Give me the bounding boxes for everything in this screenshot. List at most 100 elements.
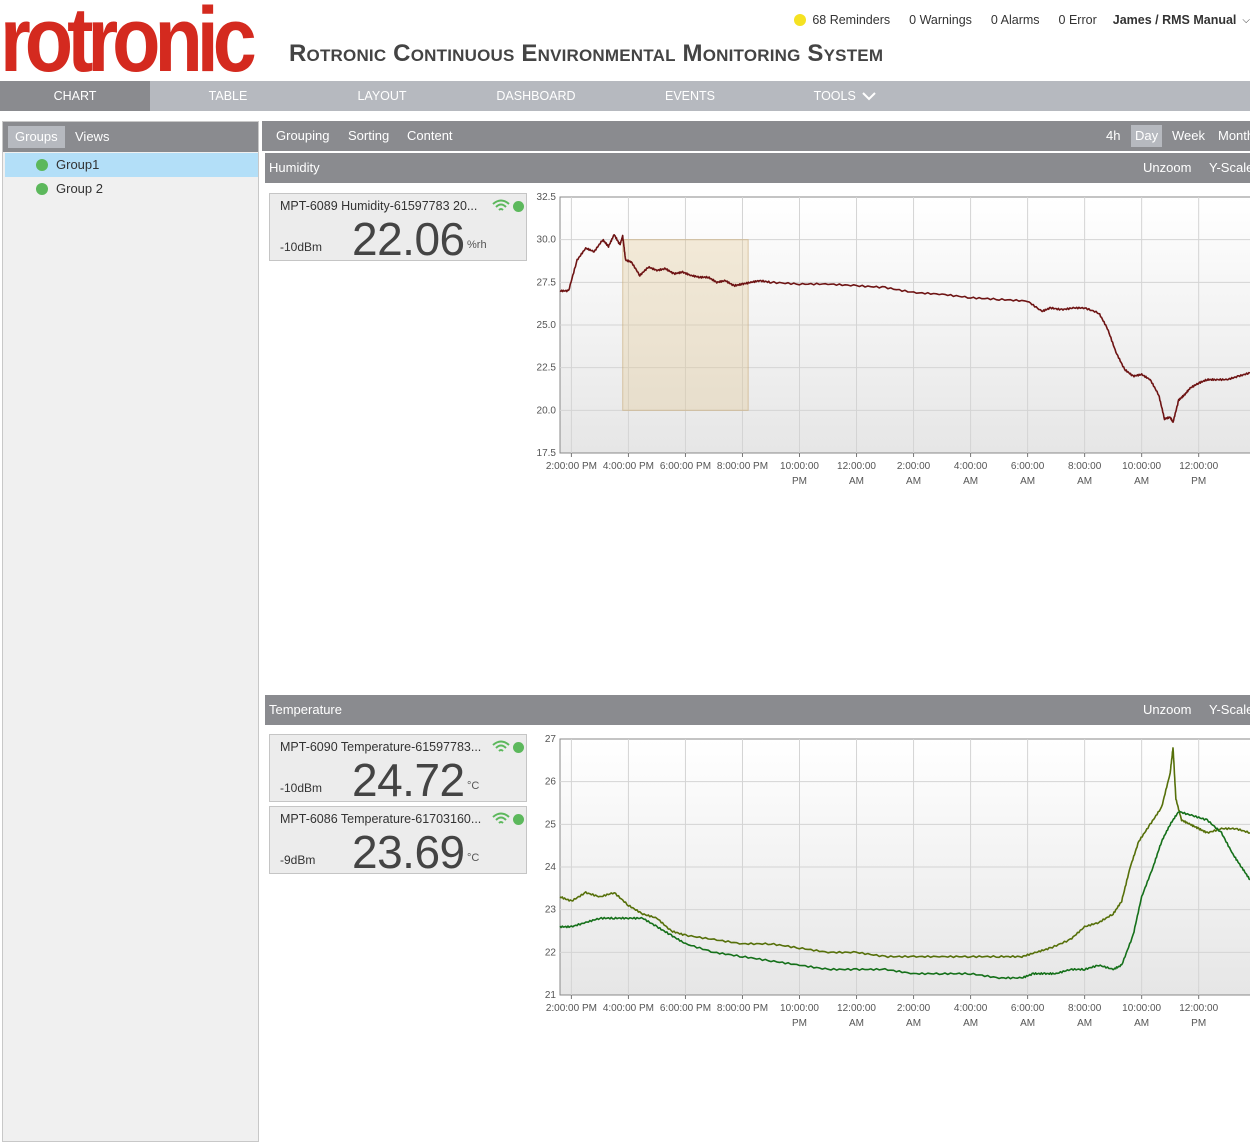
reminder-dot-icon bbox=[794, 14, 807, 26]
unzoom-button[interactable]: Unzoom bbox=[1143, 153, 1191, 183]
sidebar: Groups Views Group1 Group 2 bbox=[2, 121, 259, 1142]
x-tick-label: 2:00:00 bbox=[897, 461, 931, 472]
x-tick-label: 2:00:00 PM bbox=[546, 1003, 597, 1014]
sensor-signal: -10dBm bbox=[280, 781, 323, 795]
y-tick-label: 27.5 bbox=[537, 277, 557, 288]
alarms-count[interactable]: 0 Alarms bbox=[991, 13, 1040, 27]
range-day-button[interactable]: Day bbox=[1131, 125, 1163, 147]
nav-table[interactable]: TABLE bbox=[178, 81, 278, 111]
range-4h-button[interactable]: 4h bbox=[1106, 121, 1120, 151]
x-tick-label: 10:00:00 bbox=[780, 1003, 819, 1014]
sensor-card-temperature-1[interactable]: MPT-6090 Temperature-61597783... -10dBm … bbox=[269, 734, 527, 805]
sensor-value: 22.06 bbox=[352, 213, 465, 265]
x-tick-label: 6:00:00 bbox=[1011, 1003, 1045, 1014]
x-tick-label: 12:00:00 bbox=[837, 1003, 876, 1014]
sensor-name: MPT-6086 Temperature-61703160... bbox=[280, 812, 482, 826]
x-tick-label: PM bbox=[1191, 1018, 1206, 1029]
temperature-panel-header: Temperature Unzoom Y-Scale bbox=[265, 695, 1250, 725]
range-month-button[interactable]: Month bbox=[1218, 121, 1250, 151]
group-label: Group 2 bbox=[56, 181, 103, 196]
x-tick-label: 10:00:00 bbox=[1122, 461, 1161, 472]
wifi-signal-icon bbox=[492, 812, 510, 824]
main-nav: CHART TABLE LAYOUT DASHBOARD EVENTS TOOL… bbox=[0, 81, 1250, 111]
reminders-indicator[interactable]: 68 Reminders bbox=[794, 13, 890, 27]
x-tick-label: AM bbox=[906, 1018, 921, 1029]
group-status-dot-icon bbox=[36, 183, 48, 195]
y-tick-label: 17.5 bbox=[537, 448, 557, 459]
sensor-card-temperature-2[interactable]: MPT-6086 Temperature-61703160... -9dBm 2… bbox=[269, 806, 527, 877]
nav-tools[interactable]: TOOLS bbox=[800, 81, 890, 111]
range-week-button[interactable]: Week bbox=[1172, 121, 1205, 151]
nav-layout[interactable]: LAYOUT bbox=[332, 81, 432, 111]
reminders-count: 68 Reminders bbox=[812, 13, 891, 27]
unzoom-button[interactable]: Unzoom bbox=[1143, 695, 1191, 725]
x-tick-label: AM bbox=[849, 476, 864, 487]
x-tick-label: AM bbox=[1077, 1018, 1092, 1029]
x-tick-label: 2:00:00 bbox=[897, 1003, 931, 1014]
temperature-chart[interactable]: 21 22 23 24 25 26 27 2:00:00 PM 4:00:00 PM 6:00:0… bbox=[520, 730, 1250, 1035]
y-tick-label: 32.5 bbox=[537, 192, 557, 203]
warnings-count[interactable]: 0 Warnings bbox=[909, 13, 972, 27]
sidebar-item-group1[interactable]: Group1 bbox=[5, 153, 258, 177]
nav-dashboard[interactable]: DASHBOARD bbox=[486, 81, 586, 111]
y-tick-label: 25.0 bbox=[537, 320, 557, 331]
zoom-selection bbox=[622, 239, 749, 411]
sensor-unit: °C bbox=[467, 780, 480, 792]
sensor-name: MPT-6089 Humidity-61597783 20... bbox=[280, 199, 478, 213]
y-tick-label: 25 bbox=[545, 819, 557, 830]
x-tick-label: PM bbox=[792, 1018, 807, 1029]
panel-title: Temperature bbox=[269, 702, 342, 717]
x-tick-label: AM bbox=[1020, 476, 1035, 487]
sidebar-item-group2[interactable]: Group 2 bbox=[5, 177, 258, 201]
x-tick-label: 8:00:00 bbox=[1068, 461, 1102, 472]
x-tick-label: 4:00:00 PM bbox=[603, 1003, 654, 1014]
humidity-panel-header: Humidity Unzoom Y-Scale bbox=[265, 153, 1250, 183]
x-tick-label: 4:00:00 bbox=[954, 1003, 988, 1014]
x-tick-label: PM bbox=[1191, 476, 1206, 487]
y-tick-label: 22 bbox=[545, 947, 557, 958]
x-tick-label: PM bbox=[792, 476, 807, 487]
x-tick-label: AM bbox=[1020, 1018, 1035, 1029]
tab-groups[interactable]: Groups bbox=[8, 126, 65, 148]
y-tick-label: 22.5 bbox=[537, 363, 557, 374]
tab-views[interactable]: Views bbox=[68, 126, 116, 148]
nav-chart[interactable]: CHART bbox=[0, 81, 150, 111]
nav-tools-label: TOOLS bbox=[813, 89, 856, 103]
y-tick-label: 24 bbox=[545, 862, 557, 873]
x-tick-label: AM bbox=[963, 476, 978, 487]
y-scale-button[interactable]: Y-Scale bbox=[1209, 153, 1250, 183]
x-tick-label: AM bbox=[849, 1018, 864, 1029]
wifi-signal-icon bbox=[492, 740, 510, 752]
sensor-name: MPT-6090 Temperature-61597783... bbox=[280, 740, 482, 754]
x-tick-label: 10:00:00 bbox=[780, 461, 819, 472]
x-tick-label: 8:00:00 bbox=[1068, 1003, 1102, 1014]
group-label: Group1 bbox=[56, 157, 100, 172]
x-tick-label: 6:00:00 PM bbox=[660, 1003, 711, 1014]
y-tick-label: 27 bbox=[545, 734, 557, 745]
y-scale-button[interactable]: Y-Scale bbox=[1209, 695, 1250, 725]
x-tick-label: 4:00:00 PM bbox=[603, 461, 654, 472]
sorting-button[interactable]: Sorting bbox=[348, 121, 389, 151]
x-tick-label: 12:00:00 bbox=[1179, 1003, 1218, 1014]
nav-events[interactable]: EVENTS bbox=[640, 81, 740, 111]
x-tick-label: AM bbox=[1134, 476, 1149, 487]
panel-title: Humidity bbox=[269, 160, 320, 175]
x-tick-label: 4:00:00 bbox=[954, 461, 988, 472]
x-tick-label: 8:00:00 PM bbox=[717, 1003, 768, 1014]
x-tick-label: 2:00:00 PM bbox=[546, 461, 597, 472]
sensor-signal: -9dBm bbox=[280, 853, 316, 867]
chart-toolbar: Grouping Sorting Content 4h Day Week Mon… bbox=[262, 121, 1250, 151]
sensor-signal: -10dBm bbox=[280, 240, 323, 254]
grouping-button[interactable]: Grouping bbox=[276, 121, 329, 151]
errors-count[interactable]: 0 Error bbox=[1059, 13, 1097, 27]
x-tick-label: 12:00:00 bbox=[1179, 461, 1218, 472]
y-tick-label: 26 bbox=[545, 777, 557, 788]
user-menu[interactable]: James / RMS Manual bbox=[1113, 13, 1237, 27]
humidity-chart[interactable]: 17.5 20.0 22.5 25.0 27.5 30.0 32.5 2:00:00 PM 4:… bbox=[520, 188, 1250, 493]
content-button[interactable]: Content bbox=[407, 121, 453, 151]
sensor-unit: °C bbox=[467, 852, 480, 864]
y-tick-label: 21 bbox=[545, 990, 557, 1001]
user-menu-caret-icon[interactable]: ⌵ bbox=[1242, 15, 1250, 26]
sensor-card-humidity[interactable]: MPT-6089 Humidity-61597783 20... -10dBm … bbox=[269, 193, 527, 265]
x-tick-label: AM bbox=[1134, 1018, 1149, 1029]
